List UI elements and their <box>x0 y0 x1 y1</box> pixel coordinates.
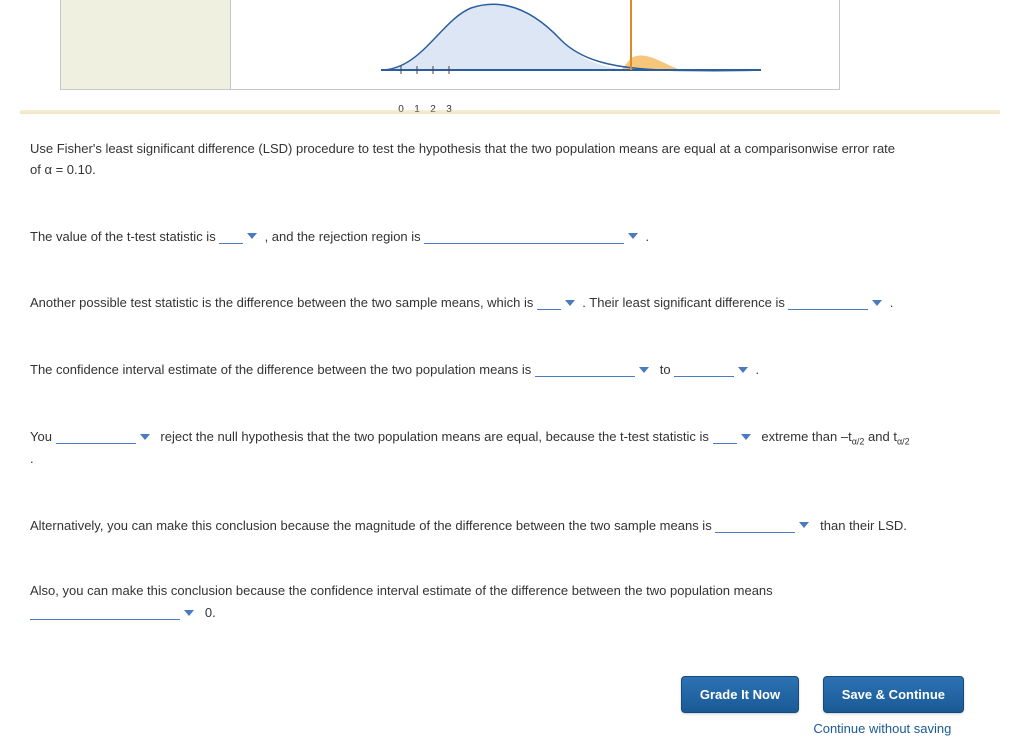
t-statistic-dropdown[interactable] <box>219 228 243 244</box>
p4-t3-prefix: extreme than <box>761 429 841 444</box>
p4-neg-t: –t <box>841 429 852 444</box>
p4-t2: reject the null hypothesis that the two … <box>160 429 708 444</box>
grade-button[interactable]: Grade It Now <box>681 676 799 713</box>
p1-t2: , and the rejection region is <box>265 229 421 244</box>
reject-dropdown[interactable] <box>56 428 136 444</box>
p4-t1: You <box>30 429 52 444</box>
chevron-down-icon[interactable] <box>799 522 809 528</box>
extremity-dropdown[interactable] <box>713 428 737 444</box>
chart-left-panel <box>61 0 231 89</box>
chart-area: 0 1 2 3 <box>60 0 840 90</box>
intro-line2-prefix: of <box>30 162 44 177</box>
chevron-down-icon[interactable] <box>738 367 748 373</box>
p4-sub1: α/2 <box>852 437 865 447</box>
chevron-down-icon[interactable] <box>565 300 575 306</box>
p2-t1: Another possible test statistic is the d… <box>30 295 533 310</box>
p4-sub2: α/2 <box>897 437 910 447</box>
distribution-curve <box>231 0 791 80</box>
intro-paragraph: Use Fisher's least significant differenc… <box>30 139 994 181</box>
p2-t3: . <box>890 295 894 310</box>
rejection-region-dropdown[interactable] <box>424 228 624 244</box>
ci-contains-dropdown[interactable] <box>30 604 180 620</box>
chevron-down-icon[interactable] <box>628 233 638 239</box>
p3-t3: . <box>755 362 759 377</box>
chevron-down-icon[interactable] <box>639 367 649 373</box>
p5-t1: Alternatively, you can make this conclus… <box>30 518 712 533</box>
p4-and: and <box>864 429 893 444</box>
intro-line1: Use Fisher's least significant differenc… <box>30 141 895 156</box>
ci-upper-dropdown[interactable] <box>674 361 734 377</box>
lsd-dropdown[interactable] <box>788 294 868 310</box>
chevron-down-icon[interactable] <box>872 300 882 306</box>
p1-t3: . <box>646 229 650 244</box>
save-continue-button[interactable]: Save & Continue <box>823 676 964 713</box>
magnitude-dropdown[interactable] <box>715 517 795 533</box>
chevron-down-icon[interactable] <box>741 434 751 440</box>
p4-t4: . <box>30 451 34 466</box>
separator-bar <box>20 110 1000 114</box>
p6-t1: Also, you can make this conclusion becau… <box>30 583 773 598</box>
chevron-down-icon[interactable] <box>247 233 257 239</box>
continue-without-saving-link[interactable]: Continue without saving <box>803 721 962 736</box>
ci-lower-dropdown[interactable] <box>535 361 635 377</box>
p1-t1: The value of the t-test statistic is <box>30 229 216 244</box>
intro-alpha: α = 0.10. <box>44 162 95 177</box>
chevron-down-icon[interactable] <box>184 610 194 616</box>
p3-t1: The confidence interval estimate of the … <box>30 362 531 377</box>
chevron-down-icon[interactable] <box>140 434 150 440</box>
p2-t2: . Their least significant difference is <box>582 295 785 310</box>
mean-diff-dropdown[interactable] <box>537 294 561 310</box>
p3-t2: to <box>660 362 671 377</box>
p6-t2: 0. <box>205 605 216 620</box>
p5-t2: than their LSD. <box>820 518 907 533</box>
